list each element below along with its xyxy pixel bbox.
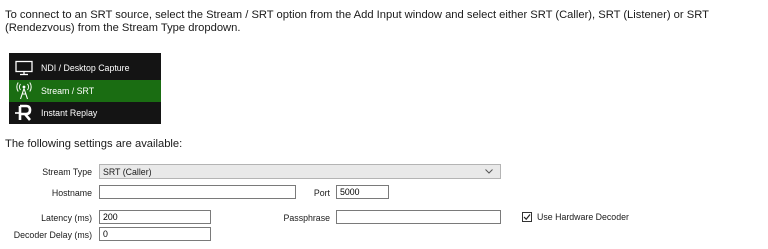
port-label: Port xyxy=(313,188,330,198)
menu-top-edge xyxy=(9,53,161,56)
replay-r-icon xyxy=(9,102,39,124)
settings-heading: The following settings are available: xyxy=(5,138,183,150)
broadcast-tower-icon xyxy=(9,80,39,102)
hostname-input[interactable] xyxy=(99,185,296,199)
stream-type-label: Stream Type xyxy=(42,167,92,177)
stream-type-dropdown[interactable]: SRT (Caller) xyxy=(99,164,501,179)
add-input-menu: NDI / Desktop Capture Stream / SRT Insta xyxy=(9,53,161,124)
chevron-down-icon xyxy=(484,166,494,177)
menu-item-stream-srt[interactable]: Stream / SRT xyxy=(9,80,161,102)
menu-item-label: Stream / SRT xyxy=(41,86,95,96)
menu-item-label: NDI / Desktop Capture xyxy=(41,63,130,73)
checkbox-box[interactable] xyxy=(522,212,532,222)
checkmark-icon xyxy=(523,214,531,221)
menu-item-label: Instant Replay xyxy=(41,108,98,118)
stream-type-value: SRT (Caller) xyxy=(103,166,152,177)
port-input[interactable] xyxy=(336,185,389,199)
intro-text: To connect to an SRT source, select the … xyxy=(5,9,709,34)
monitor-icon xyxy=(9,57,39,79)
latency-input[interactable] xyxy=(99,210,211,224)
latency-label: Latency (ms) xyxy=(41,213,92,223)
passphrase-input[interactable] xyxy=(336,210,501,224)
passphrase-label: Passphrase xyxy=(283,213,330,223)
hardware-decoder-checkbox[interactable]: Use Hardware Decoder xyxy=(522,212,629,222)
decoder-delay-input[interactable] xyxy=(99,227,211,241)
hostname-label: Hostname xyxy=(51,188,92,198)
decoder-delay-label: Decoder Delay (ms) xyxy=(13,230,92,240)
menu-item-ndi-desktop-capture[interactable]: NDI / Desktop Capture xyxy=(9,57,161,79)
hardware-decoder-label: Use Hardware Decoder xyxy=(537,212,629,222)
menu-item-instant-replay[interactable]: Instant Replay xyxy=(9,102,161,124)
